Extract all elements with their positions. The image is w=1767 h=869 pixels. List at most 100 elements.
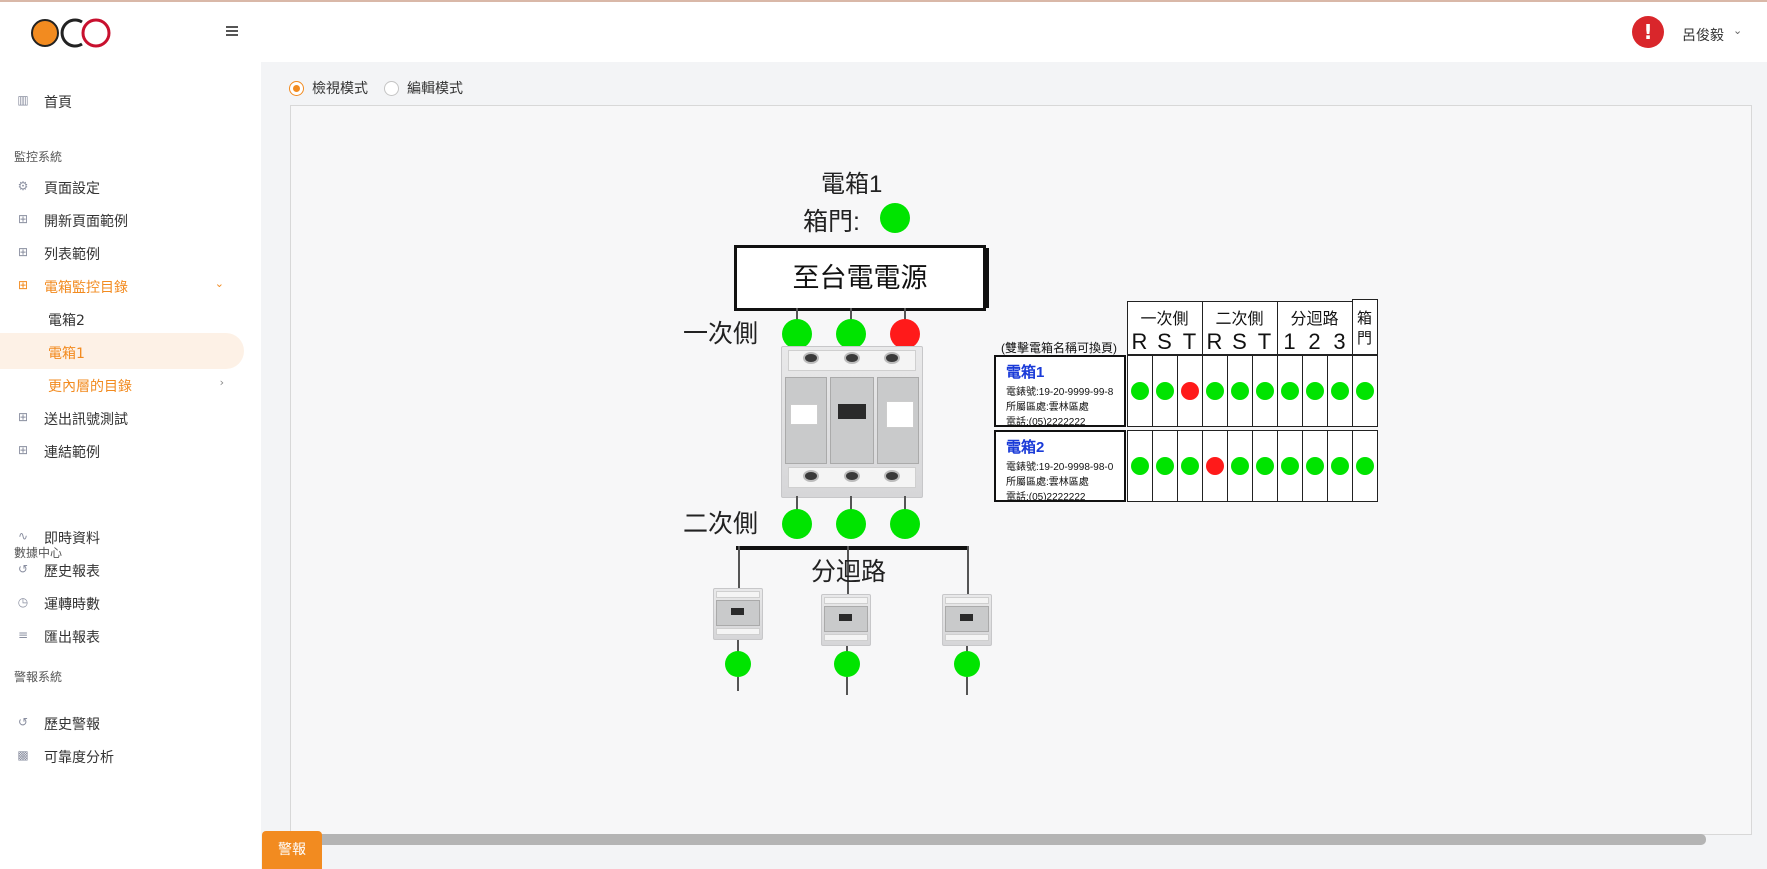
sidebar-item-export-report[interactable]: ≡ 匯出報表 [0,617,244,653]
connector-line [737,677,739,691]
edit-mode-label[interactable]: 編輯模式 [407,78,463,98]
sidebar-item-label: 連結範例 [44,445,100,461]
secondary-side-label: 二次側 [683,510,759,538]
sidebar-item-label: 即時資料 [44,531,100,547]
sidebar-item-running-hours[interactable]: ◷ 運轉時數 [0,584,244,620]
status-indicator [1231,382,1249,400]
branch-breaker-image-3 [942,594,992,646]
status-indicator [1306,382,1324,400]
status-indicator [1131,382,1149,400]
status-indicator [1281,457,1299,475]
primary-status-t [890,319,920,349]
sidebar-item-home[interactable]: ▥ 首頁 [0,82,244,118]
pulse-icon: ∿ [17,529,29,543]
sidebar-item-list-example[interactable]: ⊞ 列表範例 [0,234,244,270]
edit-mode-radio[interactable] [384,80,399,96]
sidebar-item-label: 可靠度分析 [44,750,114,766]
box-info-card: 電箱1 電錶號:19-20-9999-99-8 所屬區處:雲林區處 電話:(05)22… [994,355,1126,428]
gear-icon: ⚙ [17,179,29,193]
sidebar-item-box2[interactable]: 電箱2 [0,300,244,336]
chevron-down-icon[interactable]: ⌄ [1733,24,1742,37]
section-title-alarm: 警報系統 [14,670,63,684]
alert-icon[interactable]: ! [1632,16,1664,48]
mode-selector: 檢視模式 編輯模式 [289,78,479,98]
bar-chart-icon: ▩ [17,748,29,762]
sidebar-item-label: 開新頁面範例 [44,214,128,230]
status-indicator [1256,457,1274,475]
status-indicator [1331,382,1349,400]
sidebar-item-label: 首頁 [44,95,72,111]
sidebar-item-reliability-analysis[interactable]: ▩ 可靠度分析 [0,737,244,773]
section-title-monitor: 監控系統 [14,150,63,164]
power-source-box: 至台電電源 [734,245,989,311]
status-indicator [1356,382,1374,400]
dashboard-icon: ▥ [17,93,29,107]
history-icon: ↺ [17,562,29,576]
sidebar-item-history-alarm[interactable]: ↺ 歷史警報 [0,704,244,740]
table-column-header: T [1182,329,1197,354]
sidebar-item-realtime-data[interactable]: ∿ 即時資料 [0,518,244,554]
table-column-header: 3 [1333,329,1346,354]
chevron-down-icon[interactable]: ⌄ [215,277,224,290]
diagram-canvas: 電箱1 箱門: 至台電電源 一次側 二次側 分迴路 (雙擊電箱名稱可換頁) 一次… [290,105,1752,835]
connector-line [904,496,906,510]
clock-icon: ◷ [17,595,29,609]
box-title: 電箱1 [821,171,883,198]
box-phone: 電話:(05)2222222 [1006,417,1086,428]
table-group-header-label: 一次側 [1140,311,1189,328]
box-info-card: 電箱2 電錶號:19-20-9998-98-0 所屬區處:雲林區處 電話:(05)22… [994,430,1126,503]
view-mode-radio[interactable] [289,80,304,96]
branch-breaker-image-2 [821,594,871,646]
horizontal-scrollbar[interactable] [316,834,1706,845]
sidebar-item-link-example[interactable]: ⊞ 連結範例 [0,432,244,468]
sidebar-item-label: 列表範例 [44,247,100,263]
scrollbar-thumb[interactable] [316,834,1706,845]
status-indicator [1156,457,1174,475]
alarm-button[interactable]: 警報 [262,831,322,869]
connector-line [846,677,848,695]
menu-toggle-icon[interactable] [226,24,244,40]
branch-status-3 [954,651,980,677]
secondary-status-t [890,509,920,539]
grid-icon: ⊞ [17,443,29,457]
view-mode-label[interactable]: 檢視模式 [312,78,368,98]
sidebar-item-send-signal-test[interactable]: ⊞ 送出訊號測試 [0,399,244,435]
sidebar-item-new-page-example[interactable]: ⊞ 開新頁面範例 [0,201,244,237]
door-label: 箱門: [803,208,860,236]
box-name-link[interactable]: 電箱1 [1006,361,1044,382]
table-door-header-label: 門 [1356,330,1372,347]
table-hint: (雙擊電箱名稱可換頁) [1001,341,1117,355]
sidebar-item-label: 更內層的目錄 [48,379,132,395]
status-indicator [1306,457,1324,475]
grid-icon: ⊞ [17,245,29,259]
status-indicator [1206,457,1224,475]
secondary-status-r [782,509,812,539]
sidebar-item-deeper-directory[interactable]: 更內層的目錄 › [0,366,244,402]
box-name-link[interactable]: 電箱2 [1006,436,1044,457]
sidebar-item-label: 匯出報表 [44,630,100,646]
connector-line [738,546,740,588]
status-indicator [1206,382,1224,400]
history-icon: ↺ [17,715,29,729]
sidebar-item-history-report[interactable]: ↺ 歷史報表 [0,551,244,587]
connector-line [966,677,968,695]
branch-breaker-image-1 [713,588,763,640]
grid-icon: ⊞ [17,410,29,424]
sidebar-item-box-directory[interactable]: ⊞ 電箱監控目錄 ⌄ [0,267,244,303]
user-name[interactable]: 呂俊毅 [1682,25,1724,45]
sidebar-item-label: 歷史警報 [44,717,100,733]
status-indicator [1181,382,1199,400]
sidebar-item-box1[interactable]: 電箱1 [0,333,244,369]
grid-icon: ⊞ [17,278,29,292]
sidebar-item-page-settings[interactable]: ⚙ 頁面設定 [0,168,244,204]
status-indicator [1256,382,1274,400]
sidebar-item-label: 電箱2 [48,313,85,329]
status-indicator [1156,382,1174,400]
oco-logo [31,18,111,48]
table-group-header-label: 二次側 [1215,311,1264,328]
chevron-right-icon[interactable]: › [220,376,224,389]
status-indicator [1231,457,1249,475]
table-column-header: 1 [1283,329,1296,354]
connector-line [796,496,798,510]
box-meter: 電錶號:19-20-9998-98-0 [1006,462,1114,473]
